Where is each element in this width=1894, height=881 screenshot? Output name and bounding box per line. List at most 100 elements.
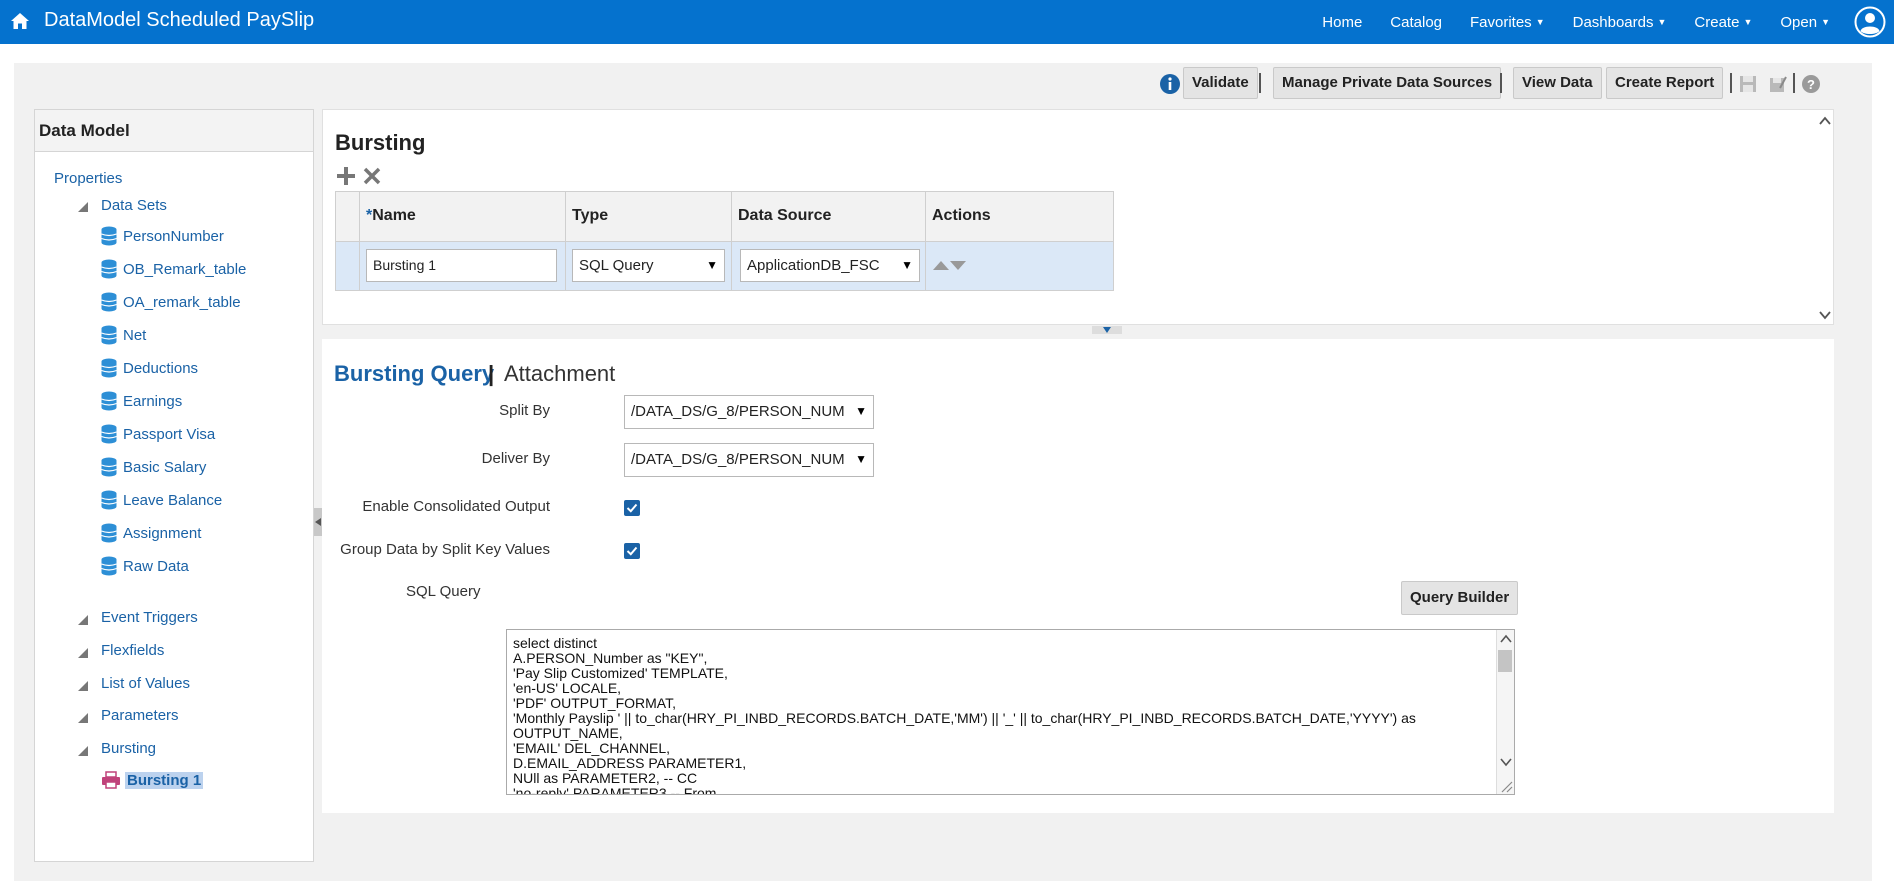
bursting-name-input[interactable]: Bursting 1 xyxy=(366,249,557,282)
info-icon[interactable] xyxy=(1160,74,1180,94)
nav-dashboards[interactable]: Dashboards ▼ xyxy=(1573,14,1667,31)
tree-item-properties[interactable]: Properties xyxy=(54,170,122,187)
tree-item-dataset[interactable]: PersonNumber xyxy=(101,226,224,246)
move-down-icon[interactable] xyxy=(950,261,966,270)
tree-item-list-of-values[interactable]: List of Values xyxy=(101,675,190,692)
create-report-button[interactable]: Create Report xyxy=(1606,67,1724,99)
validate-button[interactable]: Validate xyxy=(1183,67,1258,99)
collapse-triangle-icon[interactable] xyxy=(78,681,88,691)
user-avatar-icon[interactable] xyxy=(1854,6,1886,38)
collapse-triangle-icon[interactable] xyxy=(78,648,88,658)
collapse-triangle-icon[interactable] xyxy=(78,746,88,756)
tree-item-flexfields[interactable]: Flexfields xyxy=(101,642,164,659)
view-data-button[interactable]: View Data xyxy=(1513,67,1602,99)
sql-query-textarea[interactable]: select distinct A.PERSON_Number as "KEY"… xyxy=(506,629,1515,795)
nav-dashboards-label: Dashboards xyxy=(1572,13,1654,31)
section-title: Bursting xyxy=(335,130,426,155)
tab-bursting-query[interactable]: Bursting Query xyxy=(334,361,494,387)
dropdown-arrow-icon: ▼ xyxy=(855,452,867,466)
database-icon xyxy=(101,457,117,477)
nav-open[interactable]: Open ▼ xyxy=(1780,14,1830,31)
help-icon[interactable]: ? xyxy=(1802,75,1820,93)
save-icon[interactable] xyxy=(1739,75,1757,93)
group-data-checkbox[interactable] xyxy=(624,543,640,559)
database-icon xyxy=(101,226,117,246)
collapse-triangle-icon[interactable] xyxy=(78,713,88,723)
tree-item-dataset[interactable]: Assignment xyxy=(101,523,201,543)
tree-item-dataset[interactable]: Earnings xyxy=(101,391,182,411)
type-select[interactable]: SQL Query ▼ xyxy=(572,249,725,282)
column-header-type[interactable]: Type xyxy=(566,192,732,241)
deliver-by-value: /DATA_DS/G_8/PERSON_NUM xyxy=(631,451,845,468)
data-source-select-value: ApplicationDB_FSC xyxy=(747,257,880,274)
tree-item-bursting[interactable]: Bursting xyxy=(101,740,156,757)
scroll-down-icon[interactable] xyxy=(1499,756,1513,768)
collapse-triangle-icon[interactable] xyxy=(78,202,88,212)
collapse-left-icon xyxy=(315,518,321,526)
tree-item-dataset[interactable]: Leave Balance xyxy=(101,490,222,510)
database-icon xyxy=(101,490,117,510)
scroll-up-icon[interactable] xyxy=(1818,114,1832,128)
enable-consolidated-output-checkbox[interactable] xyxy=(624,500,640,516)
sql-scrollbar[interactable] xyxy=(1496,630,1514,794)
chevron-down-icon: ▼ xyxy=(1657,17,1667,27)
nav-open-label: Open xyxy=(1780,13,1818,31)
save-as-icon[interactable] xyxy=(1769,75,1787,93)
tree-item-bursting-1[interactable]: Bursting 1 xyxy=(101,771,204,789)
database-icon xyxy=(101,391,117,411)
resize-grip-icon[interactable] xyxy=(1499,779,1513,793)
database-icon xyxy=(101,556,117,576)
expand-down-icon xyxy=(1103,327,1111,333)
add-icon[interactable] xyxy=(336,166,356,186)
tree-item-dataset[interactable]: Net xyxy=(101,325,146,345)
column-header-name[interactable]: *Name xyxy=(360,192,566,241)
row-selector[interactable] xyxy=(336,242,360,290)
scrollbar-thumb[interactable] xyxy=(1498,650,1512,672)
tree-item-label: PersonNumber xyxy=(123,227,224,245)
move-up-icon[interactable] xyxy=(933,261,949,270)
actions-cell xyxy=(926,242,1113,290)
nav-home[interactable]: Home xyxy=(1322,14,1362,31)
tree-item-label: Earnings xyxy=(123,392,183,410)
scroll-down-icon[interactable] xyxy=(1818,308,1832,322)
tab-attachment[interactable]: Attachment xyxy=(504,361,615,387)
deliver-by-select[interactable]: /DATA_DS/G_8/PERSON_NUM ▼ xyxy=(624,443,874,477)
manage-private-data-sources-button[interactable]: Manage Private Data Sources xyxy=(1273,67,1502,99)
database-icon xyxy=(101,259,117,279)
data-source-cell: ApplicationDB_FSC ▼ xyxy=(732,242,926,290)
tree-item-dataset[interactable]: Passport Visa xyxy=(101,424,215,444)
tree-item-dataset[interactable]: Deductions xyxy=(101,358,198,378)
data-source-select[interactable]: ApplicationDB_FSC ▼ xyxy=(740,249,920,282)
top-bar: DataModel Scheduled PaySlip Home Catalog… xyxy=(0,0,1894,44)
section-splitter[interactable] xyxy=(1092,326,1122,334)
nav-favorites[interactable]: Favorites ▼ xyxy=(1470,14,1545,31)
tree-item-parameters[interactable]: Parameters xyxy=(101,707,179,724)
home-icon[interactable] xyxy=(10,11,30,31)
tree-item-label: Data Sets xyxy=(101,197,167,214)
tree-item-label: Assignment xyxy=(123,524,202,542)
tree-item-dataset[interactable]: Raw Data xyxy=(101,556,189,576)
column-header-data-source[interactable]: Data Source xyxy=(732,192,926,241)
tree-item-dataset[interactable]: Basic Salary xyxy=(101,457,206,477)
svg-text:?: ? xyxy=(1807,77,1815,92)
bursting-table: *Name Type Data Source Actions Bursting … xyxy=(335,191,1114,291)
tree-item-dataset[interactable]: OA_remark_table xyxy=(101,292,241,312)
query-builder-button[interactable]: Query Builder xyxy=(1401,581,1519,615)
nav-catalog[interactable]: Catalog xyxy=(1390,14,1442,31)
tree-item-dataset[interactable]: OB_Remark_table xyxy=(101,259,246,279)
database-icon xyxy=(101,358,117,378)
dropdown-arrow-icon: ▼ xyxy=(901,258,913,272)
scroll-up-icon[interactable] xyxy=(1499,633,1513,645)
group-data-label: Group Data by Split Key Values xyxy=(340,541,550,558)
tree-item-label: List of Values xyxy=(101,675,190,692)
nav-create[interactable]: Create ▼ xyxy=(1694,14,1752,31)
table-row[interactable]: Bursting 1 SQL Query ▼ ApplicationDB_FSC… xyxy=(336,242,1113,290)
tree-item-data-sets[interactable]: Data Sets xyxy=(101,197,167,214)
workspace: Validate Manage Private Data Sources Vie… xyxy=(14,63,1872,881)
tree-item-event-triggers[interactable]: Event Triggers xyxy=(101,609,198,626)
split-by-select[interactable]: /DATA_DS/G_8/PERSON_NUM ▼ xyxy=(624,395,874,429)
column-header-label: Actions xyxy=(932,207,991,224)
delete-icon[interactable] xyxy=(363,167,381,185)
collapse-triangle-icon[interactable] xyxy=(78,615,88,625)
sql-query-label: SQL Query xyxy=(406,583,481,600)
